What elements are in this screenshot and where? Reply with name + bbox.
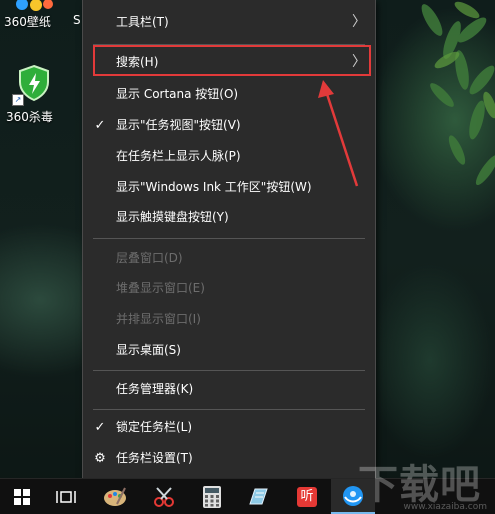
taskbar-app-red[interactable]: 听 — [285, 479, 329, 514]
snipping-tool-icon — [154, 486, 174, 507]
notepad-icon — [249, 488, 268, 504]
taskbar-app-snipping-tool[interactable] — [143, 479, 187, 514]
taskbar-app-notepad[interactable] — [236, 479, 280, 514]
annotation-arrow-icon — [318, 80, 359, 187]
watermark-url: www.xiazaiba.com — [403, 502, 487, 512]
calculator-icon — [203, 485, 221, 508]
task-view-button[interactable] — [44, 479, 88, 514]
paint-palette-icon — [104, 487, 126, 506]
app-red-icon-text: 听 — [300, 488, 314, 504]
app-red-icon: 听 — [297, 486, 317, 507]
windows-start-icon — [14, 488, 30, 505]
taskbar-app-paint[interactable] — [93, 479, 137, 514]
task-view-icon — [56, 490, 76, 503]
taskbar-app-calculator[interactable] — [190, 479, 234, 514]
start-button[interactable] — [0, 479, 44, 514]
